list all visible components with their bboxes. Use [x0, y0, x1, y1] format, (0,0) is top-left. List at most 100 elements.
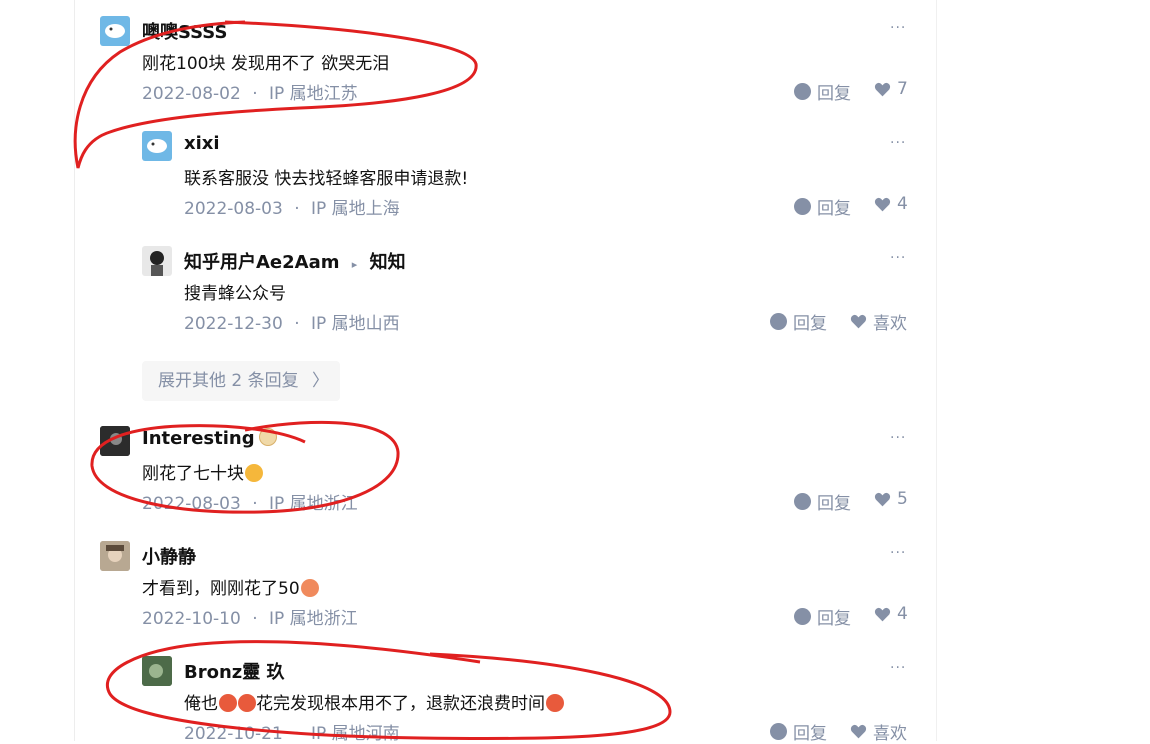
comment-text-body: 才看到，刚刚花了50: [142, 579, 300, 599]
comment-text-part: 花完发现根本用不了，退款还浪费时间: [256, 694, 545, 714]
like-button[interactable]: 喜欢: [850, 719, 907, 744]
reply-button[interactable]: 回复: [794, 194, 851, 219]
meta-separator: ·: [294, 724, 300, 744]
comment-text-part: 俺也: [184, 694, 218, 714]
like-count: 4: [897, 194, 908, 214]
meta-separator: ·: [252, 494, 258, 514]
comment-text-body: 刚花了七十块: [142, 464, 244, 484]
ip-location: IP 属地山西: [311, 314, 400, 334]
expand-replies-button[interactable]: 展开其他 2 条回复 〉: [142, 361, 340, 401]
comment-bubble-icon: [794, 83, 811, 100]
angry-emoji-icon: [219, 694, 237, 712]
angry-emoji-icon: [546, 694, 564, 712]
reply-label: 回复: [793, 724, 827, 744]
like-button[interactable]: 4: [874, 604, 908, 624]
avatar[interactable]: [142, 656, 172, 686]
comment-meta: 2022-08-03 · IP 属地浙江: [142, 489, 358, 514]
comment-bubble-icon: [770, 313, 787, 330]
reply-label: 回复: [817, 609, 851, 629]
more-icon[interactable]: ···: [890, 430, 906, 446]
badge-icon: [258, 428, 277, 446]
author-name[interactable]: xixi: [184, 133, 220, 154]
comment-text: 才看到，刚刚花了50: [142, 574, 319, 599]
like-button[interactable]: 7: [874, 79, 908, 99]
author-name[interactable]: 噢噢SSSS: [142, 18, 227, 44]
comment-date: 2022-12-30: [184, 314, 283, 334]
author-name[interactable]: Bronz靈 玖: [184, 658, 285, 684]
reply-to-name[interactable]: 知知: [370, 252, 406, 273]
avatar[interactable]: [100, 541, 130, 571]
ip-location: IP 属地浙江: [269, 609, 358, 629]
heart-icon: [874, 607, 891, 621]
comment-date: 2022-08-03: [184, 199, 283, 219]
meta-separator: ·: [294, 199, 300, 219]
avatar[interactable]: [142, 246, 172, 276]
comment-text: 联系客服没 快去找轻蜂客服申请退款!: [184, 169, 469, 189]
left-gutter: [0, 0, 74, 741]
reply-button[interactable]: 回复: [770, 309, 827, 334]
smile-emoji-icon: [245, 464, 263, 482]
heart-icon: [850, 724, 867, 739]
author-name: 知乎用户Ae2Aam ▸ 知知: [184, 248, 406, 274]
comment-date: 2022-08-03: [142, 494, 241, 514]
chevron-right-icon: 〉: [312, 371, 330, 391]
avatar[interactable]: [100, 426, 130, 456]
reply-button[interactable]: 回复: [794, 604, 851, 629]
reply-label: 回复: [817, 199, 851, 219]
ip-location: IP 属地江苏: [269, 84, 358, 104]
ip-location: IP 属地上海: [311, 199, 400, 219]
comment-text: 刚花了七十块: [142, 459, 263, 484]
reply-button[interactable]: 回复: [794, 489, 851, 514]
comment-bubble-icon: [794, 493, 811, 510]
reply-label: 回复: [793, 314, 827, 334]
reply-label: 回复: [817, 84, 851, 104]
comment-text: 搜青蜂公众号: [184, 284, 286, 304]
comment-date: 2022-08-02: [142, 84, 241, 104]
heart-icon: [874, 82, 891, 96]
more-icon[interactable]: ···: [890, 135, 906, 151]
author-link[interactable]: 知乎用户Ae2Aam: [184, 252, 340, 273]
author-name: Interesting: [142, 428, 277, 449]
expand-label: 展开其他 2 条回复: [158, 371, 299, 391]
more-icon[interactable]: ···: [890, 545, 906, 561]
heart-icon: [874, 492, 891, 506]
reply-arrow-icon: ▸: [351, 258, 358, 271]
comment-meta: 2022-12-30 · IP 属地山西: [184, 309, 400, 334]
like-count: 喜欢: [873, 314, 907, 334]
comment-text: 俺也 花完发现根本用不了，退款还浪费时间: [184, 689, 564, 714]
right-gutter: [936, 0, 1150, 741]
like-count: 喜欢: [873, 724, 907, 744]
reply-button[interactable]: 回复: [770, 719, 827, 744]
like-count: 4: [897, 604, 908, 624]
comment-meta: 2022-10-10 · IP 属地浙江: [142, 604, 358, 629]
like-button[interactable]: 喜欢: [850, 309, 907, 334]
like-count: 5: [897, 489, 908, 509]
like-button[interactable]: 4: [874, 194, 908, 214]
comment-bubble-icon: [794, 608, 811, 625]
comment-text: 刚花100块 发现用不了 欲哭无泪: [142, 54, 390, 74]
comment-meta: 2022-08-03 · IP 属地上海: [184, 194, 400, 219]
meta-separator: ·: [294, 314, 300, 334]
reply-button[interactable]: 回复: [794, 79, 851, 104]
meta-separator: ·: [252, 609, 258, 629]
comment-meta: 2022-08-02 · IP 属地江苏: [142, 79, 358, 104]
ip-location: IP 属地河南: [311, 724, 400, 744]
more-icon[interactable]: ···: [890, 20, 906, 36]
like-button[interactable]: 5: [874, 489, 908, 509]
comment-meta: 2022-10-21 · IP 属地河南: [184, 719, 400, 744]
heart-icon: [850, 314, 867, 329]
reply-label: 回复: [817, 494, 851, 514]
author-link[interactable]: Interesting: [142, 428, 255, 449]
angry-emoji-icon: [238, 694, 256, 712]
more-icon[interactable]: ···: [890, 660, 906, 676]
comment-bubble-icon: [794, 198, 811, 215]
comment-bubble-icon: [770, 723, 787, 740]
ip-location: IP 属地浙江: [269, 494, 358, 514]
crying-emoji-icon: [300, 579, 319, 597]
avatar[interactable]: [142, 131, 172, 161]
comment-date: 2022-10-21: [184, 724, 283, 744]
more-icon[interactable]: ···: [890, 250, 906, 266]
heart-icon: [874, 197, 891, 211]
avatar[interactable]: [100, 16, 130, 46]
author-name[interactable]: 小静静: [142, 543, 196, 569]
